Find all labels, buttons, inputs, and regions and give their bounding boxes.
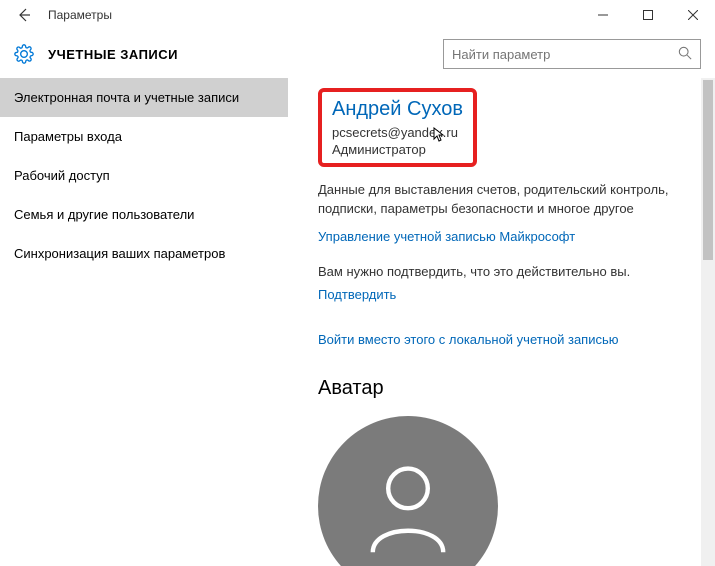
avatar-heading: Аватар [318,377,685,400]
scrollbar-thumb[interactable] [703,80,713,260]
sidebar-item-label: Электронная почта и учетные записи [14,90,239,105]
cursor-icon [433,127,445,146]
verify-link[interactable]: Подтвердить [318,287,685,302]
sidebar-item-signin-options[interactable]: Параметры входа [0,117,288,156]
sidebar-item-email-accounts[interactable]: Электронная почта и учетные записи [0,78,288,117]
sidebar-item-sync-settings[interactable]: Синхронизация ваших параметров [0,234,288,273]
user-info-highlight: Андрей Сухов pcsecrets@yandex.ru Админис… [318,88,477,167]
verify-description: Вам нужно подтвердить, что это действите… [318,264,685,279]
sidebar-item-label: Семья и другие пользователи [14,207,194,222]
local-account-link[interactable]: Войти вместо этого с локальной учетной з… [318,332,685,347]
sidebar-item-label: Синхронизация ваших параметров [14,246,225,261]
content-pane: Андрей Сухов pcsecrets@yandex.ru Админис… [288,78,715,566]
avatar-placeholder [318,416,498,566]
billing-description: Данные для выставления счетов, родительс… [318,181,685,219]
search-field[interactable] [443,39,701,69]
user-email: pcsecrets@yandex.ru [332,125,463,140]
sidebar-item-work-access[interactable]: Рабочий доступ [0,156,288,195]
sidebar-item-label: Рабочий доступ [14,168,110,183]
window-title: Параметры [48,8,112,22]
user-name: Андрей Сухов [332,98,463,121]
close-button[interactable] [670,0,715,30]
maximize-button[interactable] [625,0,670,30]
person-icon [353,451,463,561]
sidebar: Электронная почта и учетные записи Парам… [0,78,288,566]
sidebar-item-family-users[interactable]: Семья и другие пользователи [0,195,288,234]
gear-icon [12,42,36,66]
sidebar-item-label: Параметры входа [14,129,122,144]
page-title: УЧЕТНЫЕ ЗАПИСИ [48,47,178,62]
manage-account-link[interactable]: Управление учетной записью Майкрософт [318,229,685,244]
scrollbar[interactable] [701,78,715,566]
minimize-button[interactable] [580,0,625,30]
search-icon [678,46,692,63]
back-button[interactable] [8,0,40,30]
search-input[interactable] [452,47,678,62]
